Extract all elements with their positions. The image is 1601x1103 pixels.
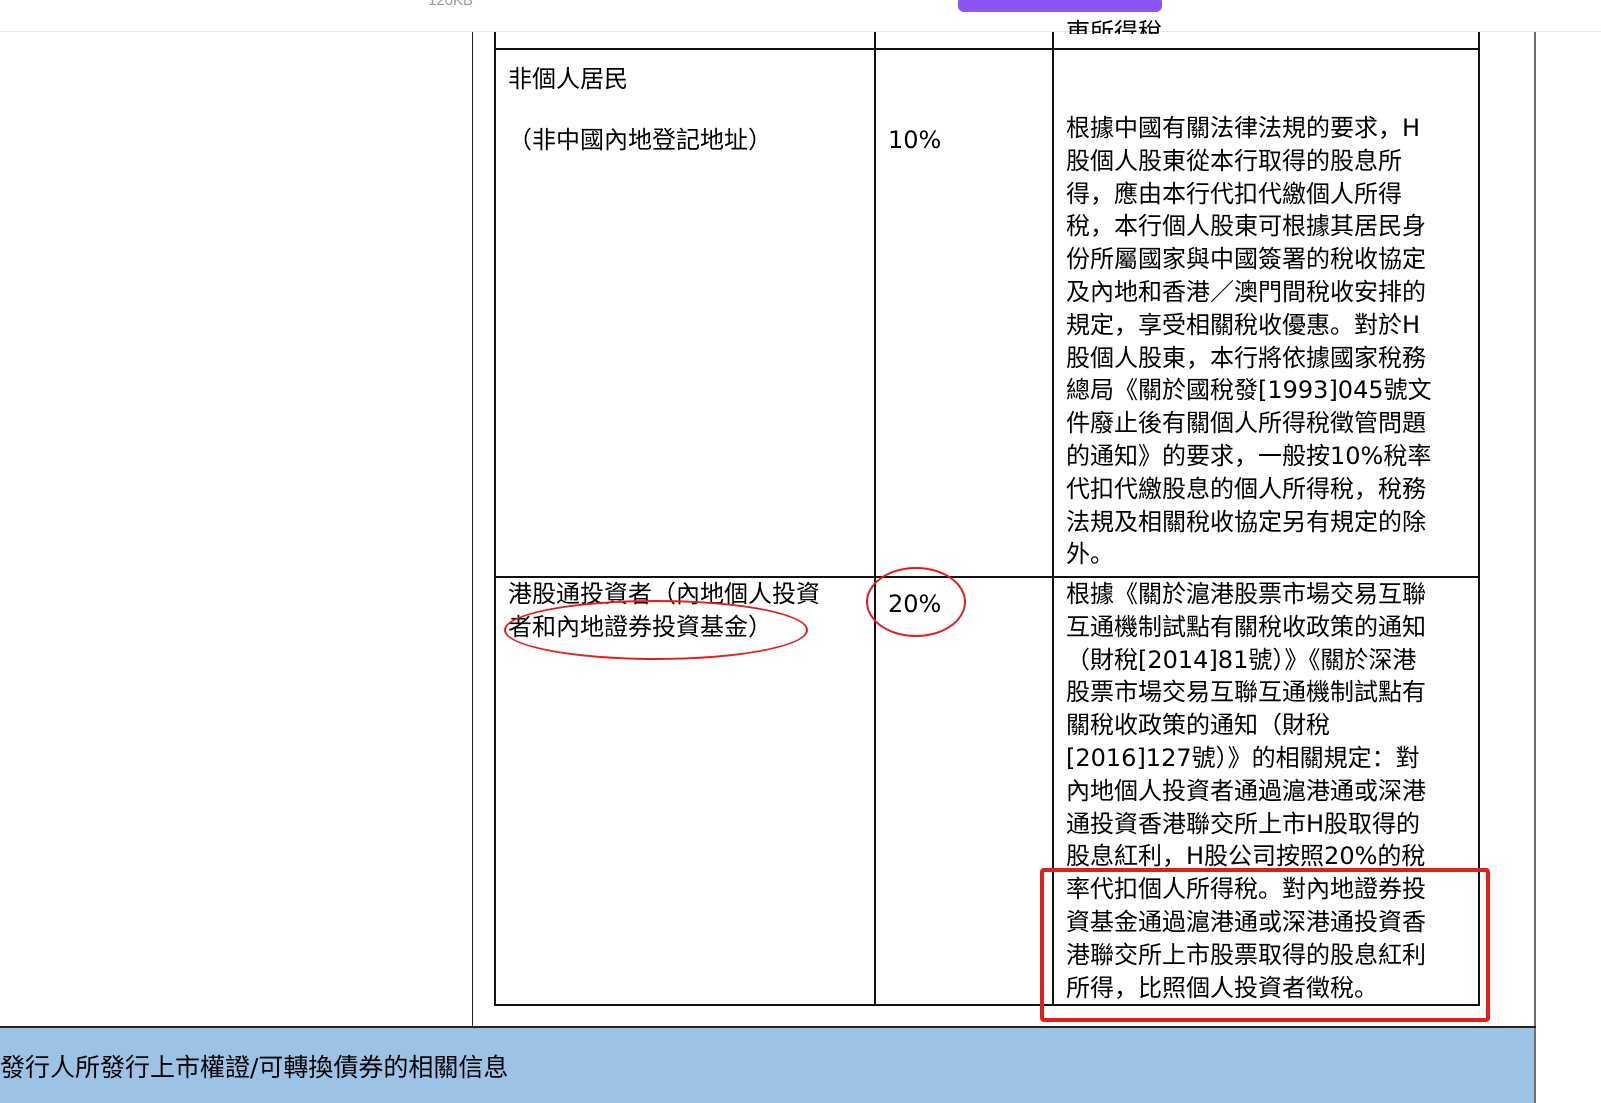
tax-description: 根據中國有關法律法規的要求，H 股個人股東從本行取得的股息所 得，應由本行代扣代… — [1066, 114, 1432, 569]
page-right-border — [1534, 32, 1536, 1103]
action-button[interactable] — [958, 0, 1162, 12]
top-toolbar: 120KB — [0, 0, 1601, 32]
outer-column-divider — [472, 32, 473, 1027]
investor-type-sublabel: （非中國內地登記地址） — [508, 126, 772, 154]
highlight-ellipse-investor-type — [504, 600, 808, 660]
section-title: 發行人所發行上市權證/可轉換債券的相關信息 — [0, 1053, 509, 1082]
highlight-box-description — [1040, 868, 1490, 1022]
section-header: 發行人所發行上市權證/可轉換債券的相關信息 — [0, 1028, 1534, 1103]
tax-rate: 10% — [888, 126, 942, 154]
previous-row-fragment: 東所得稅。 — [1066, 18, 1186, 34]
file-size-label: 120KB — [428, 0, 474, 9]
highlight-ellipse-rate — [866, 567, 966, 637]
investor-type-label: 非個人居民 — [508, 65, 628, 93]
